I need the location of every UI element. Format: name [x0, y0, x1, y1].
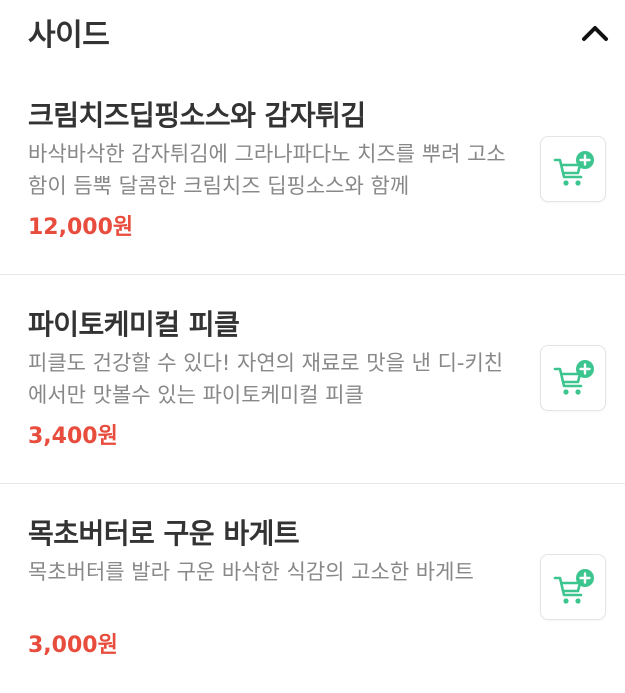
- item-description: 바삭바삭한 감자튀김에 그라나파다노 치즈를 뿌려 고소함이 듬뿍 달콤한 크림…: [28, 142, 506, 198]
- item-price: 3,400원: [28, 424, 118, 449]
- item-description: 목초버터를 발라 구운 바삭한 식감의 고소한 바게트: [28, 560, 474, 584]
- add-to-cart-icon: [553, 569, 594, 604]
- item-name: 파이토케미컬 피클: [28, 308, 240, 341]
- item-name: 목초버터로 구운 바게트: [28, 517, 300, 550]
- menu-item[interactable]: 파이토케미컬 피클 피클도 건강할 수 있다! 자연의 재료로 맛을 낸 디-키…: [0, 275, 625, 484]
- item-name: 크림치즈딥핑소스와 감자튀김: [28, 99, 366, 132]
- chevron-up-icon: [582, 26, 608, 41]
- item-price: 3,000원: [28, 633, 118, 658]
- menu-item[interactable]: 크림치즈딥핑소스와 감자튀김 바삭바삭한 감자튀김에 그라나파다노 치즈를 뿌려…: [0, 66, 625, 275]
- item-price: 12,000원: [28, 215, 134, 240]
- add-to-cart-button[interactable]: [540, 136, 606, 202]
- menu-item[interactable]: 목초버터로 구운 바게트 목초버터를 발라 구운 바삭한 식감의 고소한 바게트…: [0, 484, 625, 693]
- add-to-cart-button[interactable]: [540, 345, 606, 411]
- add-to-cart-icon: [553, 151, 594, 186]
- item-description: 피클도 건강할 수 있다! 자연의 재료로 맛을 낸 디-키친에서만 맛볼수 있…: [28, 351, 504, 407]
- add-to-cart-icon: [553, 360, 594, 395]
- section-header: 사이드: [0, 0, 625, 66]
- collapse-toggle-button[interactable]: [578, 18, 612, 48]
- add-to-cart-button[interactable]: [540, 554, 606, 620]
- section-title: 사이드: [28, 18, 110, 53]
